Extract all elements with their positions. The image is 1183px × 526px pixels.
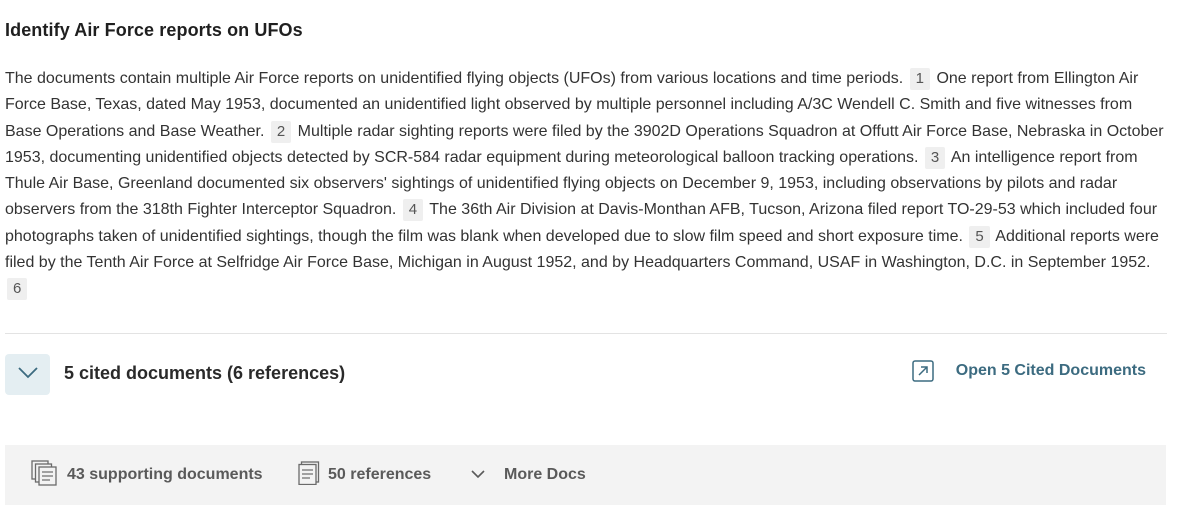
- citation-marker[interactable]: 3: [924, 146, 946, 169]
- chevron-down-icon: [470, 466, 486, 484]
- answer-text: The documents contain multiple Air Force…: [5, 66, 1170, 303]
- open-cited-documents-label: Open 5 Cited Documents: [955, 362, 1146, 379]
- supporting-documents-label: 43 supporting documents: [67, 466, 263, 483]
- references-button[interactable]: 50 references: [298, 445, 431, 505]
- citation-marker[interactable]: 4: [402, 199, 424, 222]
- stacked-documents-icon: [31, 459, 67, 492]
- citation-marker[interactable]: 6: [7, 278, 28, 301]
- answer-segment: The documents contain multiple Air Force…: [5, 70, 904, 87]
- citation-marker[interactable]: 1: [909, 68, 930, 90]
- citation-marker[interactable]: 5: [969, 225, 990, 248]
- page-title: Identify Air Force reports on UFOs: [5, 20, 303, 40]
- supporting-docs-bar: 43 supporting documents 50 references Mo…: [5, 445, 1166, 505]
- chevron-down-icon: [17, 365, 39, 384]
- more-docs-label: More Docs: [504, 466, 586, 483]
- references-label: 50 references: [328, 466, 432, 483]
- more-docs-button[interactable]: More Docs: [470, 445, 586, 505]
- citation-marker[interactable]: 2: [270, 120, 292, 143]
- expand-cited-toggle[interactable]: [5, 354, 50, 395]
- supporting-documents-button[interactable]: 43 supporting documents: [31, 445, 263, 505]
- open-cited-documents-button[interactable]: Open 5 Cited Documents: [912, 360, 1146, 382]
- cited-documents-summary: 5 cited documents (6 references): [64, 363, 346, 383]
- section-divider: [5, 333, 1167, 334]
- document-icon: [298, 460, 328, 490]
- external-link-icon: [912, 360, 934, 382]
